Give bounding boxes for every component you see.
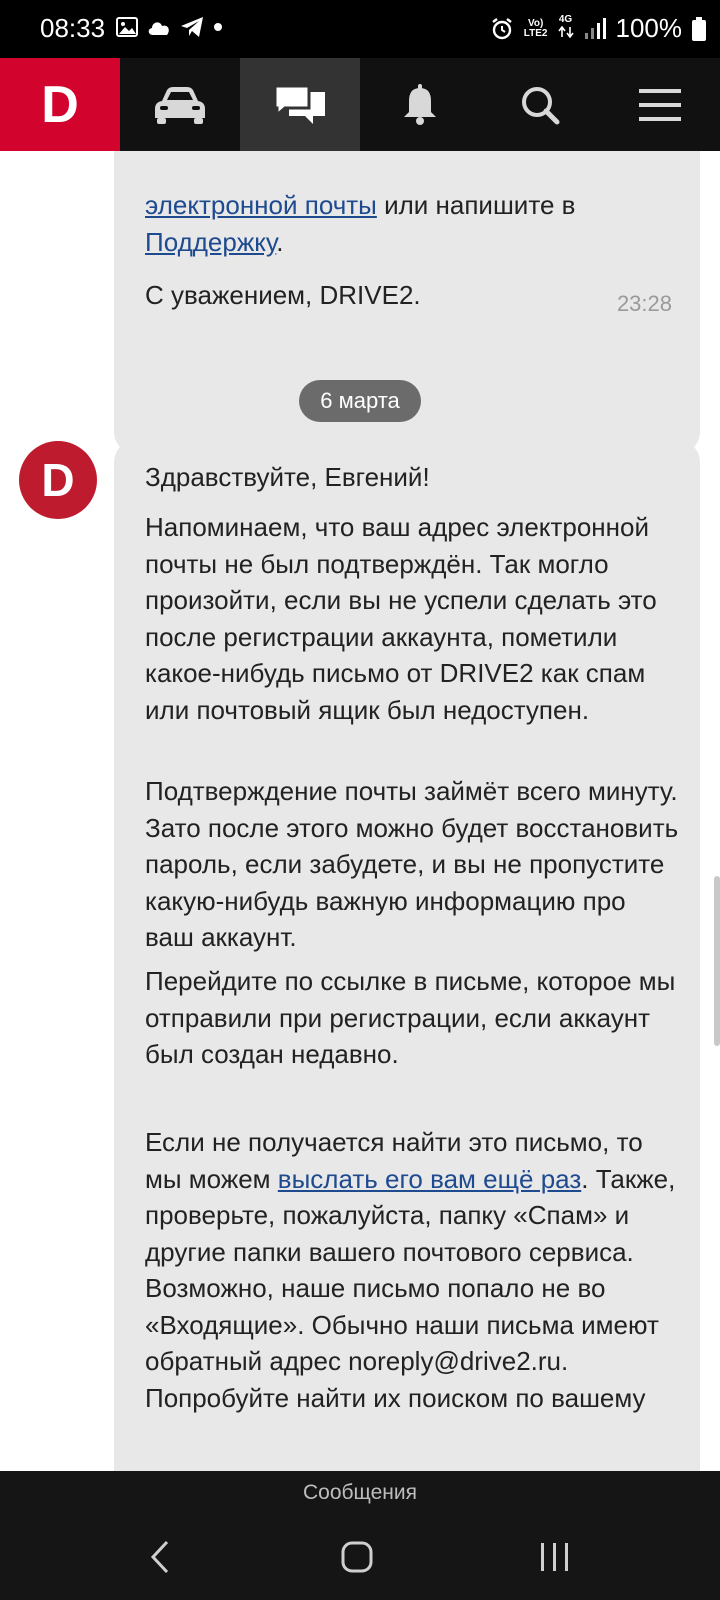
conversation[interactable]: электронной почты или напишите в Поддерж… — [0, 151, 720, 1471]
message-greeting: Здравствуйте, Евгений! — [145, 462, 430, 492]
message-time: 23:28 — [616, 291, 672, 316]
volte-indicator: Vo) LTE2 — [523, 17, 548, 39]
nav-menu-button[interactable] — [600, 58, 720, 151]
message-paragraph: Перейдите по ссылке в письме, которое мы… — [145, 966, 676, 1069]
cloud-icon — [148, 22, 169, 35]
avatar-letter: D — [41, 454, 75, 506]
home-icon — [341, 1541, 373, 1573]
nav-garage-button[interactable] — [120, 58, 240, 151]
telegram-icon — [181, 17, 203, 37]
message-paragraph: Если не получается найти это письмо, то … — [145, 1127, 676, 1413]
messages-icon — [273, 84, 325, 124]
resend-email-link[interactable]: выслать его вам ещё раз — [278, 1164, 581, 1194]
date-separator: 6 марта — [299, 380, 421, 422]
page-caption: Сообщения — [0, 1471, 720, 1515]
back-icon — [150, 1540, 169, 1574]
recent-apps-button[interactable] — [525, 1535, 585, 1579]
data-indicator: 4G — [557, 14, 574, 43]
status-right: Vo) LTE2 4G 100% — [490, 13, 706, 44]
status-time: 08:33 — [40, 13, 106, 43]
system-nav-bar — [0, 1515, 720, 1600]
search-icon — [522, 86, 560, 124]
nav-notifications-button[interactable] — [360, 58, 480, 151]
recent-apps-icon — [541, 1543, 568, 1571]
drive2-logo-button[interactable]: D — [0, 58, 120, 151]
updown-arrows-icon — [557, 25, 574, 38]
scrollbar[interactable] — [714, 876, 720, 1046]
app-nav-bar: D — [0, 58, 720, 151]
avatar[interactable]: D — [19, 441, 97, 519]
bell-icon — [404, 83, 436, 125]
nav-search-button[interactable] — [480, 58, 600, 151]
status-bar: 08:33 Vo) LTE2 4G 100% — [0, 0, 720, 58]
message-text: электронной почты или напишите в Поддерж… — [145, 190, 576, 257]
message-paragraph: Подтверждение почты займёт всего минуту.… — [145, 776, 679, 952]
logo-letter: D — [41, 75, 79, 134]
image-icon — [116, 17, 138, 37]
message-bubble: Здравствуйте, Евгений! Напоминаем, что в… — [114, 440, 700, 1471]
support-link[interactable]: Поддержку — [145, 227, 276, 257]
home-button[interactable] — [327, 1535, 387, 1579]
dot-icon — [214, 23, 222, 31]
car-icon — [155, 86, 205, 124]
menu-icon — [639, 88, 681, 121]
back-button[interactable] — [130, 1535, 190, 1579]
battery-percent: 100% — [615, 13, 683, 43]
status-notifications — [116, 16, 224, 38]
nav-messages-button[interactable] — [240, 58, 360, 151]
battery-icon — [692, 16, 706, 41]
message-signature: С уважением, DRIVE2. — [145, 280, 421, 310]
signal-icon — [584, 17, 606, 39]
alarm-icon — [492, 17, 512, 39]
message-paragraph: Напоминаем, что ваш адрес электронной по… — [145, 512, 657, 725]
email-link[interactable]: электронной почты — [145, 190, 377, 220]
